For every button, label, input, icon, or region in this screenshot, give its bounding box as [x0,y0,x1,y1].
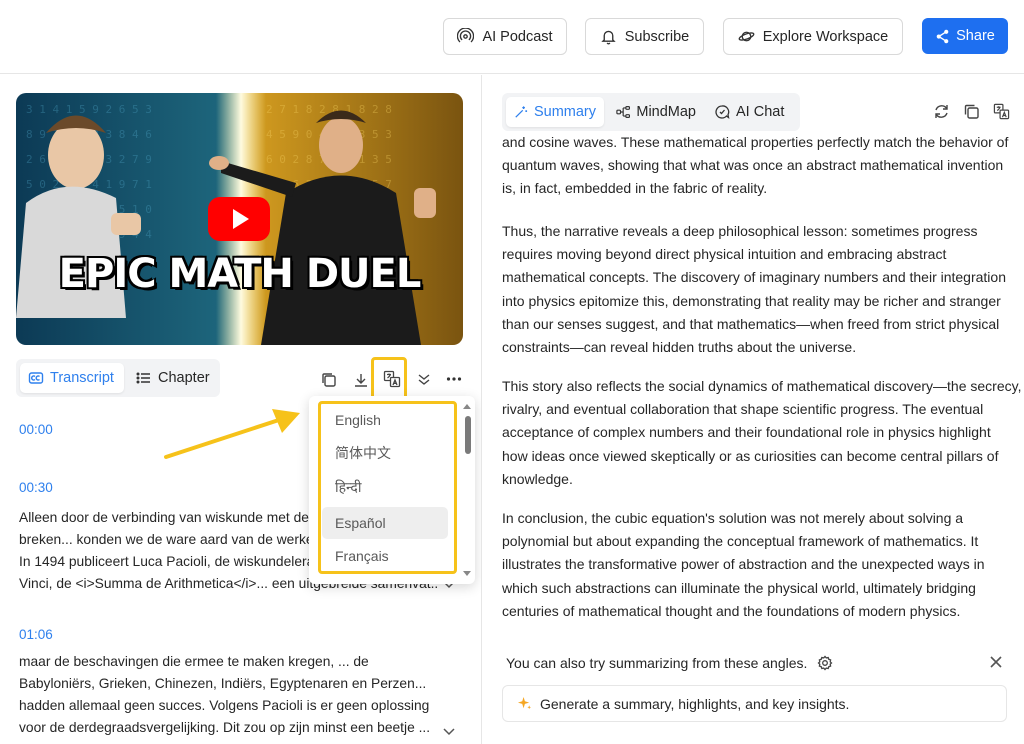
video-thumbnail[interactable]: 3 1 4 1 5 9 2 6 5 38 9 7 9 3 2 3 8 4 6 2… [16,93,463,345]
summary-line: than our senses suggest, and that mathem… [502,315,1000,332]
collapse-all-button[interactable] [413,368,435,390]
copy-icon [322,373,336,387]
suggestion-hint: You can also try summarizing from these … [506,655,833,671]
generate-summary-button[interactable]: Generate a summary, highlights, and key … [502,685,1007,722]
scrollbar-thumb[interactable] [465,416,471,454]
language-highlight [318,401,457,574]
summary-paragraph: This story also reflects the social dyna… [502,375,1022,491]
copy-icon [964,104,979,119]
summary-line: which such abstractions can illuminate t… [502,579,976,596]
summary-line: This story also reflects the social dyna… [502,378,1022,394]
mindmap-icon [616,106,631,118]
planet-icon [738,31,755,42]
annotation-arrow-icon [164,409,300,459]
svg-text:3 1 4 1 5 9 2 6 5 3: 3 1 4 1 5 9 2 6 5 3 [26,103,152,116]
top-bar: AI Podcast Subscribe Explore Workspace S… [0,0,1024,74]
ai-podcast-label: AI Podcast [482,28,553,45]
generate-summary-label: Generate a summary, highlights, and key … [540,695,850,712]
magic-wand-icon [515,106,528,118]
summary-line: centuries of mathematical thought and th… [502,602,961,619]
summary-paragraph: In conclusion, the cubic equation's solu… [502,507,1004,623]
summary-line: and cosine waves. These mathematical pro… [502,134,1009,150]
copy-summary-button[interactable] [961,100,981,122]
cc-icon [28,372,44,384]
share-button[interactable]: Share [922,18,1008,54]
explore-workspace-label: Explore Workspace [762,28,889,45]
summary-line: knowledge. [502,470,573,487]
summary-line: rivalry, and eventual collaboration that… [502,401,984,418]
summary-line: constraints—can reveal hidden truths abo… [502,339,857,356]
explore-workspace-button[interactable]: Explore Workspace [723,18,903,55]
summary-line: Thus, the narrative reveals a deep philo… [502,223,978,239]
transcript-line: hadden allemaal geen succes. Volgens Pac… [19,698,430,713]
podcast-icon [457,28,475,43]
scroll-down-icon[interactable] [462,570,472,578]
summary-paragraph: Thus, the narrative reveals a deep philo… [502,220,1006,359]
tab-ai-chat[interactable]: AI Chat [706,97,796,127]
list-icon [136,372,150,384]
tab-summary-label: Summary [533,104,596,120]
translate-highlight [371,357,407,401]
sparkle-icon [517,696,532,710]
scroll-up-icon[interactable] [462,402,472,410]
play-button[interactable] [208,197,270,241]
tab-chapter-label: Chapter [158,370,210,386]
subscribe-button[interactable]: Subscribe [585,18,704,55]
summary-line: polynomial but about expanding the conce… [502,533,979,550]
copy-button[interactable] [318,369,340,391]
more-button[interactable] [443,368,465,390]
summary-line: into physics epitomize this, demonstrati… [502,292,1001,309]
timestamp[interactable]: 01:06 [19,627,53,642]
tab-chapter[interactable]: Chapter [128,363,218,393]
ai-chat-icon [715,105,730,120]
download-icon [355,374,367,387]
video-thumbnail-title: EPIC MATH DUEL [58,251,422,297]
transcript-line: Babyloniërs, Grieken, Chinezen, Indiërs,… [19,676,427,691]
bell-icon [601,30,616,45]
tab-mindmap-label: MindMap [636,104,696,120]
summary-line: mathematical concepts. The discovery of … [502,269,1006,286]
summary-line: illustrates the transformative power of … [502,556,985,573]
language-scrollbar[interactable] [462,402,472,578]
gear-icon[interactable] [817,655,833,671]
translate-icon [993,103,1009,119]
subscribe-label: Subscribe [624,28,690,45]
summary-line: In conclusion, the cubic equation's solu… [502,510,964,526]
timestamp[interactable]: 00:00 [19,422,53,437]
download-button[interactable] [350,369,372,391]
share-label: Share [956,28,995,44]
summary-line: requires moving beyond direct physical i… [502,246,947,263]
share-icon [936,29,949,43]
refresh-icon [934,104,948,118]
ai-podcast-button[interactable]: AI Podcast [443,18,567,55]
close-icon[interactable] [988,654,1004,670]
transcript-line: maar de beschavingen die ermee te maken … [19,654,369,669]
summary-paragraph: and cosine waves. These mathematical pro… [502,131,1009,201]
more-icon [446,377,462,381]
summary-line: acceptance of complex numbers and their … [502,424,991,441]
timestamp[interactable]: 00:30 [19,480,53,495]
double-chevron-down-icon [418,374,430,385]
summary-tabs: Summary MindMap AI Chat [502,93,800,131]
transcript-line: voor de derdegraadsvergelijking. Dit zou… [19,720,431,735]
translate-summary-button[interactable] [991,100,1011,122]
left-panel: 3 1 4 1 5 9 2 6 5 38 9 7 9 3 2 3 8 4 6 2… [0,75,482,744]
regenerate-button[interactable] [931,100,951,122]
tab-transcript[interactable]: Transcript [20,363,124,393]
summary-line: quantum waves, showing that what was onc… [502,157,1004,174]
transcript-segment[interactable]: maar de beschavingen die ermee te maken … [19,651,439,739]
summary-line: how ideas once viewed skeptically or as … [502,447,999,464]
right-panel: Summary MindMap AI Chat and cosine waves… [483,75,1024,744]
tab-ai-chat-label: AI Chat [736,104,785,120]
tab-mindmap[interactable]: MindMap [608,97,704,127]
expand-chevron-icon[interactable] [442,727,456,737]
transcript-chapter-tabs: Transcript Chapter [16,359,220,397]
summary-line: is, in fact, embedded in the fabric of r… [502,180,768,197]
suggestion-hint-text: You can also try summarizing from these … [506,655,808,671]
tab-summary[interactable]: Summary [506,97,604,127]
tab-transcript-label: Transcript [50,370,114,386]
